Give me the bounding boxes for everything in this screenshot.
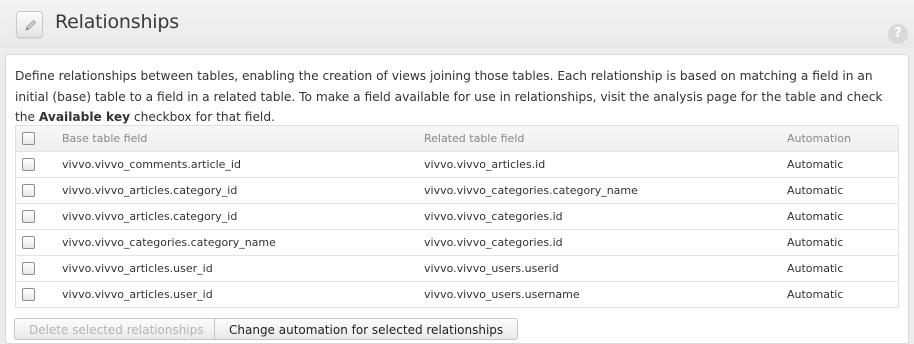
base-field-cell: vivvo.vivvo_articles.user_id: [62, 262, 213, 275]
related-field-cell: vivvo.vivvo_categories.id: [424, 236, 563, 249]
row-checkbox[interactable]: [22, 210, 35, 223]
pencil-icon: [16, 11, 43, 38]
related-field-cell: vivvo.vivvo_categories.category_name: [424, 184, 638, 197]
row-checkbox[interactable]: [22, 262, 35, 275]
base-field-cell: vivvo.vivvo_categories.category_name: [62, 236, 276, 249]
column-header-base: Base table field: [62, 132, 148, 145]
related-field-cell: vivvo.vivvo_users.userid: [424, 262, 559, 275]
automation-cell: Automatic: [787, 210, 844, 223]
automation-cell: Automatic: [787, 236, 844, 249]
table-row: vivvo.vivvo_articles.user_id vivvo.vivvo…: [16, 255, 898, 281]
description-bold: Available key: [38, 110, 131, 124]
row-checkbox[interactable]: [22, 288, 35, 301]
related-field-cell: vivvo.vivvo_articles.id: [424, 158, 546, 171]
page-title: Relationships: [55, 11, 179, 33]
row-checkbox[interactable]: [22, 184, 35, 197]
row-checkbox[interactable]: [22, 158, 35, 171]
table-row: vivvo.vivvo_articles.category_id vivvo.v…: [16, 203, 898, 229]
delete-selected-button[interactable]: Delete selected relationships: [14, 318, 219, 340]
automation-cell: Automatic: [787, 288, 844, 301]
related-field-cell: vivvo.vivvo_users.username: [424, 288, 580, 301]
base-field-cell: vivvo.vivvo_comments.article_id: [62, 158, 241, 171]
table-row: vivvo.vivvo_articles.user_id vivvo.vivvo…: [16, 281, 898, 307]
page-header: Relationships ?: [0, 0, 914, 48]
relationships-panel: Define relationships between tables, ena…: [5, 54, 909, 344]
relationships-table: Base table field Related table field Aut…: [15, 125, 899, 308]
table-row: vivvo.vivvo_categories.category_name viv…: [16, 229, 898, 255]
base-field-cell: vivvo.vivvo_articles.category_id: [62, 210, 238, 223]
related-field-cell: vivvo.vivvo_categories.id: [424, 210, 563, 223]
base-field-cell: vivvo.vivvo_articles.user_id: [62, 288, 213, 301]
change-automation-button[interactable]: Change automation for selected relations…: [214, 318, 519, 340]
column-header-related: Related table field: [424, 132, 525, 145]
base-field-cell: vivvo.vivvo_articles.category_id: [62, 184, 238, 197]
select-all-checkbox[interactable]: [22, 132, 35, 145]
automation-cell: Automatic: [787, 158, 844, 171]
table-row: vivvo.vivvo_articles.category_id vivvo.v…: [16, 177, 898, 203]
description-suffix: checkbox for that field.: [130, 110, 275, 124]
table-header-row: Base table field Related table field Aut…: [16, 126, 898, 151]
description-text: Define relationships between tables, ena…: [15, 66, 895, 128]
automation-cell: Automatic: [787, 184, 844, 197]
table-row: vivvo.vivvo_comments.article_id vivvo.vi…: [16, 151, 898, 177]
column-header-automation: Automation: [787, 132, 852, 145]
row-checkbox[interactable]: [22, 236, 35, 249]
automation-cell: Automatic: [787, 262, 844, 275]
help-icon[interactable]: ?: [888, 24, 908, 44]
